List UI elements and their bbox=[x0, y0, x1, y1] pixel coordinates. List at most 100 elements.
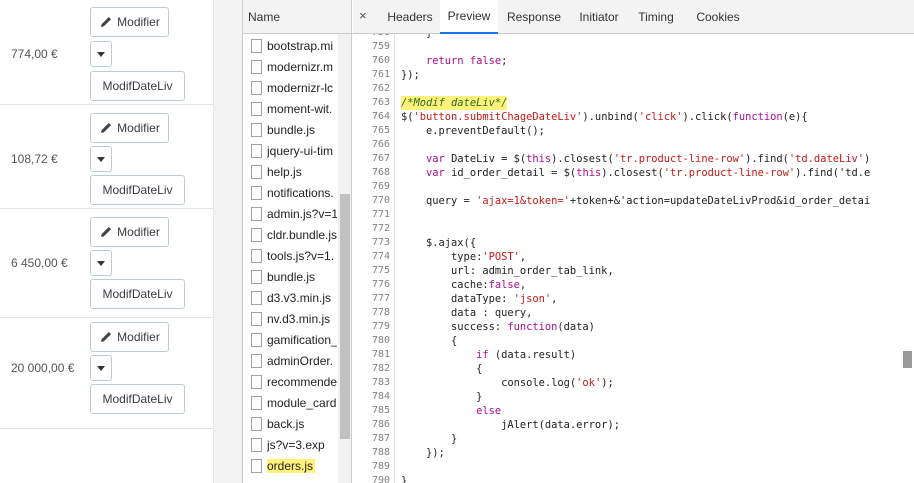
code-line: }); bbox=[401, 69, 420, 81]
file-icon bbox=[251, 395, 262, 410]
file-name: bootstrap.mi bbox=[267, 38, 334, 53]
modifdateliv-button[interactable]: ModifDateLiv bbox=[90, 71, 185, 101]
file-item[interactable]: jquery-ui-tim bbox=[243, 140, 337, 161]
modifier-button[interactable]: Modifier bbox=[90, 322, 169, 352]
modifdateliv-label: ModifDateLiv bbox=[102, 183, 173, 197]
code-line: $('button.submitChageDateLiv').unbind('c… bbox=[401, 111, 808, 123]
code-line: e.preventDefault(); bbox=[401, 125, 545, 137]
code-scrollbar[interactable] bbox=[900, 34, 914, 483]
name-column-header[interactable]: Name bbox=[243, 0, 351, 34]
modifdateliv-button[interactable]: ModifDateLiv bbox=[90, 279, 185, 309]
product-line-row: 6 450,00 € Modifier ModifDateLiv bbox=[0, 209, 213, 317]
tab-preview[interactable]: Preview bbox=[440, 0, 498, 34]
file-name: modernizr-lc bbox=[267, 80, 334, 95]
modifdateliv-label: ModifDateLiv bbox=[102, 392, 173, 406]
file-list-scrollbar[interactable] bbox=[338, 34, 351, 483]
file-item[interactable]: modernizr-lc bbox=[243, 77, 337, 98]
file-item[interactable]: adminOrder. bbox=[243, 350, 337, 371]
file-item[interactable]: moment-wit. bbox=[243, 98, 337, 119]
file-item[interactable]: cldr.bundle.js bbox=[243, 224, 337, 245]
modifier-button[interactable]: Modifier bbox=[90, 217, 169, 247]
file-list-scrollbar-thumb[interactable] bbox=[340, 194, 350, 439]
code-preview[interactable]: 7587597607617627637647657667677687697707… bbox=[353, 34, 914, 483]
file-name: help.js bbox=[267, 164, 302, 179]
file-item[interactable]: bootstrap.mi bbox=[243, 35, 337, 56]
file-item[interactable]: bundle.js bbox=[243, 119, 337, 140]
file-item[interactable]: recommende bbox=[243, 371, 337, 392]
panel-gutter bbox=[213, 0, 242, 483]
product-price: 6 450,00 € bbox=[11, 256, 68, 270]
tab-response[interactable]: Response bbox=[501, 0, 567, 33]
caret-down-icon bbox=[97, 365, 105, 371]
code-line: data : query, bbox=[401, 307, 533, 319]
modifier-button[interactable]: Modifier bbox=[90, 113, 169, 143]
product-price: 108,72 € bbox=[11, 152, 58, 166]
line-number: 780 bbox=[371, 335, 390, 346]
line-number: 786 bbox=[371, 419, 390, 430]
caret-down-icon bbox=[97, 51, 105, 57]
dropdown-toggle[interactable] bbox=[90, 41, 112, 67]
modifdateliv-button[interactable]: ModifDateLiv bbox=[90, 175, 185, 205]
code-line: query = 'ajax=1&token='+token+&'action=u… bbox=[401, 195, 871, 207]
line-number: 760 bbox=[371, 55, 390, 66]
tab-timing[interactable]: Timing bbox=[632, 0, 680, 33]
product-line-row: 774,00 € Modifier ModifDateLiv bbox=[0, 0, 213, 104]
line-number: 785 bbox=[371, 405, 390, 416]
dropdown-toggle[interactable] bbox=[90, 146, 112, 172]
code-line: var id_order_detail = $(this).closest('t… bbox=[426, 167, 871, 179]
file-name: nv.d3.min.js bbox=[267, 311, 331, 326]
close-icon[interactable]: × bbox=[359, 8, 367, 23]
order-products-panel: 774,00 € Modifier ModifDateLiv 108,72 € … bbox=[0, 0, 213, 483]
dropdown-toggle[interactable] bbox=[90, 355, 112, 381]
tab-initiator[interactable]: Initiator bbox=[571, 0, 627, 33]
code-line: var DateLiv = $(this).closest('tr.produc… bbox=[426, 153, 871, 165]
code-line: type:'POST', bbox=[401, 251, 527, 263]
code-line: success: function(data) bbox=[401, 321, 595, 333]
tab-cookies[interactable]: Cookies bbox=[690, 0, 746, 33]
file-name: jquery-ui-tim bbox=[267, 143, 334, 158]
file-name: adminOrder. bbox=[267, 353, 334, 368]
line-number: 776 bbox=[371, 279, 390, 290]
line-number: 771 bbox=[371, 209, 390, 220]
line-number: 762 bbox=[371, 83, 390, 94]
file-item[interactable]: d3.v3.min.js bbox=[243, 287, 337, 308]
product-price: 20 000,00 € bbox=[11, 361, 75, 375]
line-number: 784 bbox=[371, 391, 390, 402]
line-number: 766 bbox=[371, 139, 390, 150]
line-number: 772 bbox=[371, 223, 390, 234]
modifdateliv-button[interactable]: ModifDateLiv bbox=[90, 384, 185, 414]
request-details-tabs: × Headers Preview Response Initiator Tim… bbox=[353, 0, 914, 34]
file-name: notifications. bbox=[267, 185, 334, 200]
code-scrollbar-thumb[interactable] bbox=[903, 351, 912, 368]
file-item[interactable]: back.js bbox=[243, 413, 337, 434]
tab-label: Preview bbox=[447, 9, 491, 23]
file-name: module_card bbox=[267, 395, 337, 410]
file-item[interactable]: notifications. bbox=[243, 182, 337, 203]
code-line: { bbox=[401, 335, 458, 347]
pencil-icon bbox=[101, 17, 112, 27]
file-icon bbox=[251, 458, 262, 473]
dropdown-toggle[interactable] bbox=[90, 250, 112, 276]
code-line: return false; bbox=[426, 55, 508, 67]
tab-headers[interactable]: Headers bbox=[376, 0, 444, 33]
file-item[interactable]: js?v=3.exp bbox=[243, 434, 337, 455]
file-item[interactable]: modernizr.m bbox=[243, 56, 337, 77]
pencil-icon bbox=[101, 123, 112, 133]
file-item[interactable]: admin.js?v=1 bbox=[243, 203, 337, 224]
line-number: 759 bbox=[371, 41, 390, 52]
file-item[interactable]: module_card bbox=[243, 392, 337, 413]
file-icon bbox=[251, 227, 262, 242]
file-item[interactable]: orders.js bbox=[243, 455, 337, 476]
modifier-button[interactable]: Modifier bbox=[90, 7, 169, 37]
file-item[interactable]: help.js bbox=[243, 161, 337, 182]
file-name: modernizr.m bbox=[267, 59, 334, 74]
line-number: 778 bbox=[371, 307, 390, 318]
modifier-label: Modifier bbox=[117, 15, 160, 29]
file-item[interactable]: tools.js?v=1. bbox=[243, 245, 337, 266]
code-line: dataType: 'json', bbox=[401, 293, 558, 305]
file-item[interactable]: nv.d3.min.js bbox=[243, 308, 337, 329]
file-item[interactable]: bundle.js bbox=[243, 266, 337, 287]
file-icon bbox=[251, 353, 262, 368]
file-item[interactable]: gamification_ bbox=[243, 329, 337, 350]
code-line: } bbox=[401, 34, 432, 40]
